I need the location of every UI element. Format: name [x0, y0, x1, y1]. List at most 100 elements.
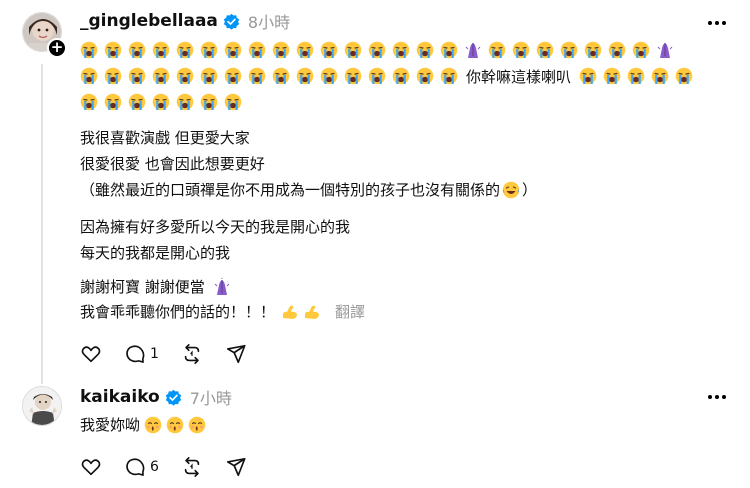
text-line-3: （雖然最近的口頭禪是你不用成為一個特別的孩子也沒有關係的	[80, 181, 501, 199]
loudly-crying-emoji-icon	[80, 93, 98, 111]
repost-button[interactable]	[181, 456, 203, 478]
loudly-crying-emoji-icon	[272, 41, 290, 59]
text-line-1: 我很喜歡演戲 但更愛大家	[80, 129, 250, 147]
loudly-crying-emoji-icon	[440, 41, 458, 59]
translate-link[interactable]: 翻譯	[335, 301, 365, 323]
loudly-crying-emoji-icon	[368, 41, 386, 59]
username[interactable]: kaikaiko	[80, 387, 160, 407]
loudly-crying-emoji-icon	[128, 67, 146, 85]
praying-hands-emoji-icon	[656, 41, 674, 59]
kissing-emoji-icon	[166, 416, 184, 434]
post-header: _ginglebellaaa 8小時	[80, 10, 290, 32]
share-button[interactable]	[225, 456, 247, 478]
avatar[interactable]	[22, 386, 62, 426]
send-icon	[226, 344, 246, 364]
loudly-crying-emoji-icon	[224, 67, 242, 85]
loudly-crying-emoji-icon	[344, 67, 362, 85]
loudly-crying-emoji-icon	[584, 41, 602, 59]
kissing-emoji-icon	[144, 416, 162, 434]
emoji-row-1	[80, 38, 674, 62]
post-time: 8小時	[247, 13, 291, 32]
loudly-crying-emoji-icon	[416, 41, 434, 59]
flexed-biceps-emoji-icon	[303, 303, 321, 321]
repost-icon	[184, 457, 200, 477]
loudly-crying-emoji-icon	[272, 67, 290, 85]
text-line-2: 很愛很愛 也會因此想要更好	[80, 155, 265, 173]
praying-hands-emoji-icon	[464, 41, 482, 59]
loudly-crying-emoji-icon	[104, 93, 122, 111]
post-actions: 6	[80, 455, 269, 479]
heart-icon	[81, 346, 101, 363]
loudly-crying-emoji-icon	[560, 41, 578, 59]
loudly-crying-emoji-icon	[104, 41, 122, 59]
laughing-tears-emoji-icon	[502, 181, 520, 199]
loudly-crying-emoji-icon	[176, 67, 194, 85]
post-time: 7小時	[189, 389, 232, 408]
like-button[interactable]	[80, 343, 102, 365]
post-text-line: 每天的我都是開心的我	[80, 242, 230, 264]
share-button[interactable]	[225, 343, 247, 365]
loudly-crying-emoji-icon	[536, 41, 554, 59]
reply-button[interactable]: 6	[124, 456, 159, 478]
text-line-5: 每天的我都是開心的我	[80, 244, 231, 262]
loudly-crying-emoji-icon	[176, 41, 194, 59]
loudly-crying-emoji-icon	[320, 41, 338, 59]
loudly-crying-emoji-icon	[675, 67, 693, 85]
loudly-crying-emoji-icon	[80, 41, 98, 59]
loudly-crying-emoji-icon	[104, 67, 122, 85]
post-text-line: （雖然最近的口頭禪是你不用成為一個特別的孩子也沒有關係的 ）	[80, 179, 537, 201]
kissing-emoji-group	[144, 416, 206, 434]
loudly-crying-emoji-icon	[603, 67, 621, 85]
kissing-emoji-icon	[188, 416, 206, 434]
loudly-crying-emoji-icon	[416, 67, 434, 85]
follow-plus-badge[interactable]: +	[47, 38, 67, 58]
loudly-crying-emoji-icon	[608, 41, 626, 59]
post-text-line: 因為擁有好多愛所以今天的我是開心的我	[80, 216, 350, 238]
post-text-line: 很愛很愛 也會因此想要更好	[80, 153, 265, 175]
post-text-line: 我很喜歡演戲 但更愛大家	[80, 127, 250, 149]
reply-button[interactable]: 1	[124, 343, 159, 365]
emoji-row-2: 你幹嘛這樣喇叭	[80, 64, 693, 88]
loudly-crying-emoji-icon	[224, 41, 242, 59]
reply-count: 1	[150, 346, 159, 362]
loudly-crying-emoji-icon	[368, 67, 386, 85]
post-text-line: 我會乖乖聽你們的話的！！！ 翻譯	[80, 301, 365, 323]
loudly-crying-emoji-icon	[224, 93, 242, 111]
loudly-crying-emoji-icon	[627, 67, 645, 85]
loudly-crying-emoji-icon	[248, 41, 266, 59]
post-header: kaikaiko 7小時	[80, 386, 232, 408]
verified-badge-icon	[165, 389, 181, 406]
loudly-crying-emoji-icon	[176, 93, 194, 111]
loudly-crying-emoji-icon	[579, 67, 597, 85]
praying-hands-emoji-icon	[213, 278, 231, 296]
loudly-crying-emoji-icon	[200, 41, 218, 59]
loudly-crying-emoji-icon	[248, 67, 266, 85]
reply-count: 6	[150, 459, 159, 475]
post-text-line: 謝謝柯寶 謝謝便當	[80, 276, 233, 298]
loudly-crying-emoji-icon	[344, 41, 362, 59]
username[interactable]: _ginglebellaaa	[80, 11, 218, 31]
comment-icon	[126, 345, 145, 363]
loudly-crying-emoji-icon	[392, 41, 410, 59]
text-line-3-end: ）	[522, 181, 538, 199]
loudly-crying-emoji-icon	[320, 67, 338, 85]
repost-icon	[184, 344, 200, 364]
text-line-7: 我會乖乖聽你們的話的！！！	[80, 303, 276, 321]
reply-text: 我愛妳呦	[80, 416, 141, 434]
loudly-crying-emoji-icon	[392, 67, 410, 85]
loudly-crying-emoji-icon	[152, 41, 170, 59]
more-options-icon[interactable]	[708, 20, 726, 26]
text-line-6: 謝謝柯寶 謝謝便當	[80, 278, 205, 296]
loudly-crying-emoji-icon	[296, 41, 314, 59]
loudly-crying-emoji-icon	[651, 67, 669, 85]
like-button[interactable]	[80, 456, 102, 478]
loudly-crying-emoji-icon	[128, 93, 146, 111]
verified-badge-icon	[223, 13, 240, 30]
heart-icon	[81, 459, 101, 476]
repost-button[interactable]	[181, 343, 203, 365]
text-line-4: 因為擁有好多愛所以今天的我是開心的我	[80, 218, 351, 236]
loudly-crying-emoji-icon	[488, 41, 506, 59]
loudly-crying-emoji-icon	[632, 41, 650, 59]
thread-connector-line	[41, 64, 43, 384]
more-options-icon[interactable]	[708, 394, 726, 400]
